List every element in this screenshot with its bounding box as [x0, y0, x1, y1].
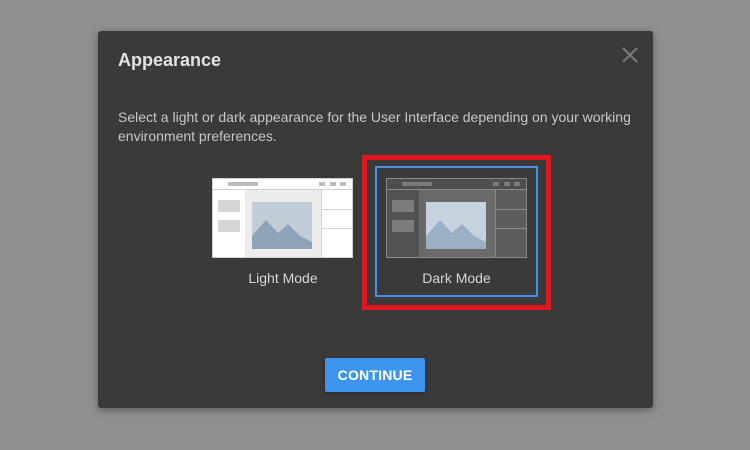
- close-icon: [622, 47, 638, 63]
- appearance-dialog: Appearance Select a light or dark appear…: [98, 31, 653, 408]
- light-mode-label: Light Mode: [248, 270, 318, 286]
- close-button[interactable]: [620, 45, 640, 65]
- dark-mode-option[interactable]: Dark Mode: [375, 166, 538, 297]
- dialog-description: Select a light or dark appearance for th…: [118, 109, 631, 144]
- dialog-title: Appearance: [118, 50, 222, 70]
- dark-mode-preview-icon: [386, 178, 527, 258]
- light-mode-preview-icon: [212, 178, 353, 258]
- continue-button[interactable]: CONTINUE: [325, 358, 425, 392]
- light-mode-option[interactable]: Light Mode: [208, 173, 358, 293]
- dark-mode-label: Dark Mode: [422, 270, 491, 286]
